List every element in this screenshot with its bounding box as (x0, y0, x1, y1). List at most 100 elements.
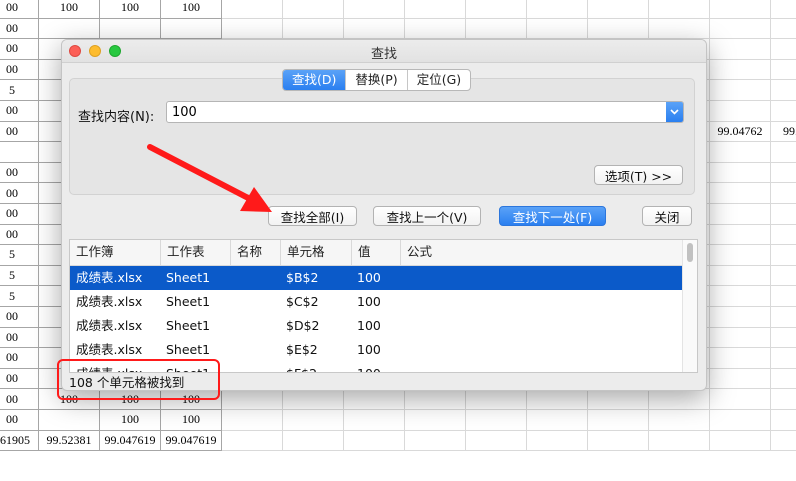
sheet-cell[interactable]: 00 (0, 348, 39, 369)
sheet-cell[interactable] (283, 0, 344, 19)
sheet-cell[interactable]: 00 (0, 39, 39, 60)
sheet-cell[interactable] (222, 389, 283, 410)
sheet-cell[interactable]: 99.047619 (161, 430, 222, 452)
sheet-cell[interactable]: 100 (39, 389, 100, 410)
sheet-cell[interactable] (527, 389, 588, 410)
sheet-cell[interactable] (710, 389, 771, 410)
sheet-cell[interactable] (710, 80, 771, 101)
sheet-cell[interactable] (710, 265, 771, 287)
sheet-cell[interactable] (405, 389, 466, 410)
options-button[interactable]: 选项(T) >> (594, 165, 683, 185)
sheet-cell[interactable] (649, 0, 710, 19)
sheet-cell[interactable] (344, 0, 405, 19)
sheet-cell[interactable] (39, 410, 100, 431)
sheet-cell-value[interactable]: 99. (771, 121, 796, 143)
sheet-cell-value[interactable]: 99.04762 (710, 121, 771, 143)
sheet-cell[interactable] (222, 430, 283, 452)
sheet-cell[interactable]: 100 (161, 0, 222, 19)
sheet-cell[interactable] (649, 430, 710, 452)
column-header-value[interactable]: 值 (351, 240, 400, 265)
sheet-cell[interactable] (466, 430, 527, 452)
sheet-cell[interactable] (771, 307, 796, 328)
result-row[interactable]: 成绩表.xlsx Sheet1 $E$2 100 (70, 338, 683, 362)
sheet-cell[interactable]: 00 (0, 59, 39, 81)
sheet-cell[interactable] (710, 59, 771, 81)
sheet-cell[interactable] (466, 410, 527, 431)
sheet-cell[interactable]: 00 (0, 162, 39, 184)
sheet-cell[interactable]: 00 (0, 121, 39, 143)
sheet-cell[interactable] (344, 18, 405, 40)
find-what-combo[interactable] (166, 101, 684, 123)
sheet-cell[interactable] (771, 163, 796, 184)
sheet-cell[interactable] (100, 18, 161, 40)
sheet-cell[interactable] (710, 162, 771, 184)
sheet-cell[interactable] (649, 410, 710, 431)
sheet-cell[interactable] (771, 328, 796, 349)
sheet-cell[interactable] (710, 245, 771, 266)
sheet-cell[interactable]: 761905 (0, 430, 39, 452)
sheet-cell[interactable]: 00 (0, 410, 39, 431)
sheet-cell[interactable] (39, 18, 100, 40)
result-row[interactable]: 成绩表.xlsx Sheet1 $D$2 100 (70, 314, 683, 338)
sheet-cell[interactable] (710, 410, 771, 431)
close-button[interactable]: 关闭 (642, 206, 692, 226)
sheet-cell[interactable]: 00 (0, 18, 39, 40)
sheet-cell[interactable] (710, 204, 771, 225)
sheet-cell[interactable] (588, 410, 649, 431)
sheet-cell[interactable]: 5 (0, 80, 39, 101)
column-header-cell[interactable]: 单元格 (280, 240, 351, 265)
sheet-cell[interactable] (771, 19, 796, 40)
find-what-input[interactable] (167, 102, 668, 122)
sheet-cell[interactable] (710, 101, 771, 122)
scroll-thumb[interactable] (687, 243, 693, 262)
sheet-cell[interactable]: 00 (0, 327, 39, 349)
sheet-cell[interactable] (588, 430, 649, 452)
sheet-cell[interactable]: 00 (0, 389, 39, 410)
tab-replace[interactable]: 替换(P) (345, 70, 406, 90)
sheet-cell[interactable]: 100 (161, 389, 222, 410)
sheet-cell[interactable] (649, 389, 710, 410)
sheet-cell[interactable] (771, 204, 796, 225)
column-header-sheet[interactable]: 工作表 (160, 240, 230, 265)
sheet-cell[interactable]: 99.047619 (100, 430, 161, 452)
sheet-cell[interactable] (771, 183, 796, 204)
sheet-cell[interactable] (710, 286, 771, 307)
sheet-cell[interactable]: 00 (0, 224, 39, 246)
sheet-cell[interactable] (710, 307, 771, 328)
sheet-cell[interactable] (771, 39, 796, 60)
sheet-cell[interactable] (710, 18, 771, 40)
sheet-cell[interactable] (466, 18, 527, 40)
sheet-cell[interactable] (771, 266, 796, 287)
sheet-cell[interactable] (588, 18, 649, 40)
sheet-cell[interactable]: 5 (0, 286, 39, 307)
sheet-cell[interactable] (710, 327, 771, 349)
column-header-workbook[interactable]: 工作簿 (70, 240, 160, 265)
sheet-cell[interactable] (771, 410, 796, 431)
sheet-cell[interactable]: 100 (100, 389, 161, 410)
sheet-cell[interactable]: 00 (0, 204, 39, 225)
sheet-cell[interactable] (527, 410, 588, 431)
result-row[interactable]: 成绩表.xlsx Sheet1 $C$2 100 (70, 290, 683, 314)
sheet-cell[interactable]: 00 (0, 0, 39, 19)
sheet-cell[interactable]: 99.52381 (39, 430, 100, 452)
sheet-cell[interactable]: 00 (0, 183, 39, 204)
sheet-cell[interactable] (710, 142, 771, 163)
sheet-cell[interactable]: 5 (0, 265, 39, 287)
sheet-cell[interactable] (771, 389, 796, 410)
results-scrollbar[interactable] (682, 240, 697, 372)
sheet-cell[interactable] (771, 348, 796, 369)
sheet-cell[interactable] (344, 430, 405, 452)
sheet-cell[interactable] (771, 60, 796, 81)
find-previous-button[interactable]: 查找上一个(V) (373, 206, 481, 226)
sheet-cell[interactable]: 5 (0, 245, 39, 266)
sheet-cell[interactable] (0, 142, 39, 163)
column-header-name[interactable]: 名称 (230, 240, 280, 265)
result-row[interactable]: 成绩表.xlsx Sheet1 $B$2 100 (70, 266, 683, 290)
sheet-cell[interactable] (649, 18, 710, 40)
sheet-cell[interactable]: 100 (161, 410, 222, 431)
tab-goto[interactable]: 定位(G) (406, 70, 470, 90)
find-all-button[interactable]: 查找全部(I) (268, 206, 357, 226)
sheet-cell[interactable]: 00 (0, 307, 39, 328)
sheet-cell[interactable] (710, 39, 771, 60)
sheet-cell[interactable] (771, 101, 796, 122)
